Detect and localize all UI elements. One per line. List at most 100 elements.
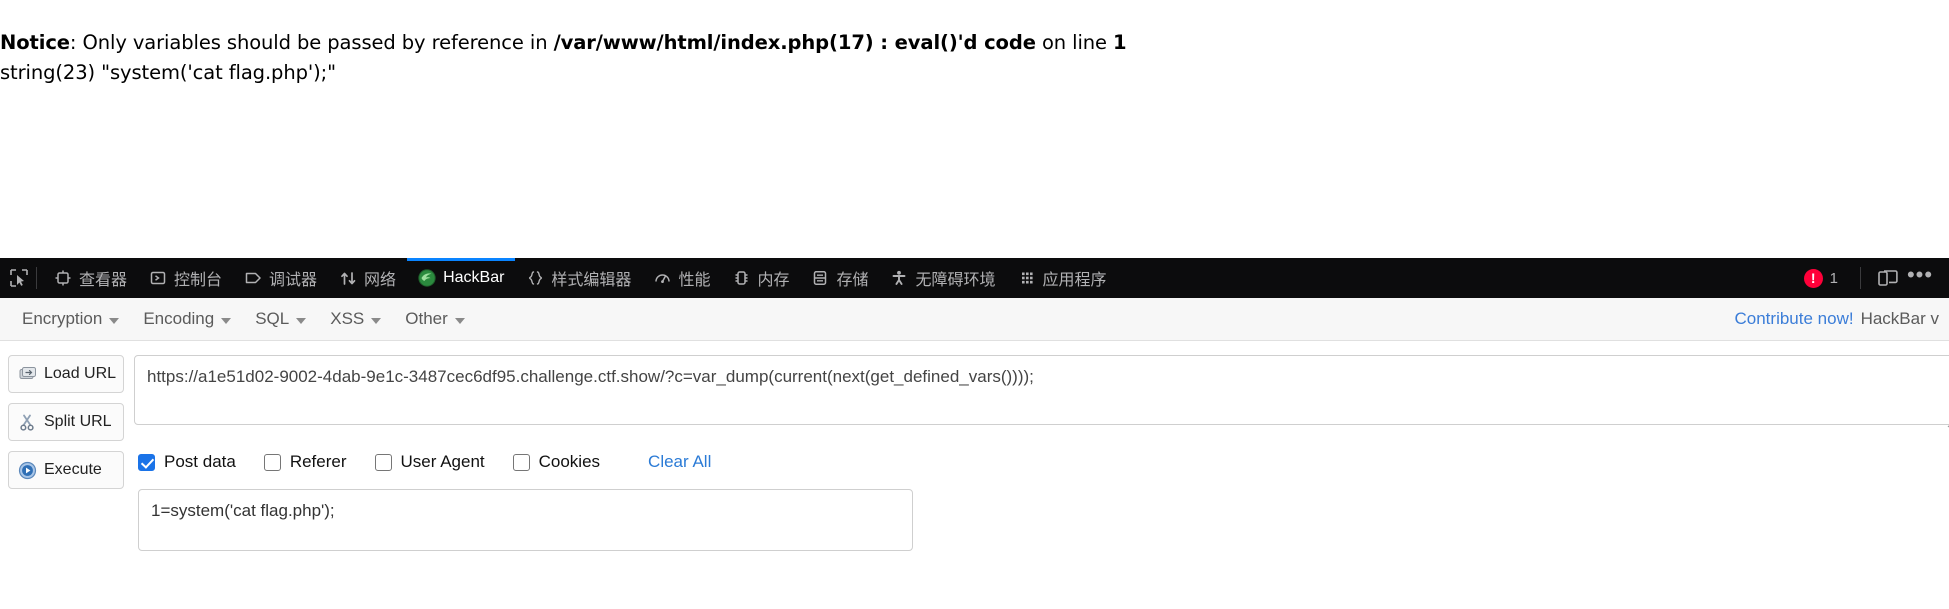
tab-label: 控制台 — [174, 272, 223, 289]
tab-label: 性能 — [678, 272, 711, 289]
memory-icon — [732, 269, 750, 287]
tab-label: 调试器 — [269, 272, 318, 289]
checkbox-user-agent[interactable]: User Agent — [374, 452, 485, 472]
tab-label: 应用程序 — [1042, 272, 1107, 289]
hackbar-menubar: Encryption Encoding SQL XSS Other Contri… — [0, 298, 1949, 341]
storage-icon — [811, 269, 829, 287]
hackbar-action-buttons: Load URL Split URL Execute — [0, 355, 124, 609]
tab-label: 查看器 — [79, 272, 128, 289]
tab-performance[interactable]: 性能 — [642, 258, 721, 298]
menu-label: Other — [405, 309, 448, 328]
error-count-label: 1 — [1829, 269, 1838, 287]
chevron-down-icon — [371, 317, 382, 324]
tab-application[interactable]: 应用程序 — [1007, 258, 1118, 298]
checkbox-label: Cookies — [538, 452, 601, 471]
tab-label: 存储 — [836, 272, 869, 289]
menu-label: Encoding — [143, 309, 215, 328]
devtools-toolbar-right: ! 1 ••• — [1794, 258, 1949, 298]
tab-label: 网络 — [364, 272, 397, 289]
tab-style-editor[interactable]: 样式编辑器 — [515, 258, 642, 298]
split-url-button[interactable]: Split URL — [8, 403, 124, 441]
checkbox-box[interactable] — [512, 453, 530, 471]
button-label: Load URL — [44, 365, 117, 382]
hackbar-icon — [418, 269, 436, 287]
error-count-badge[interactable]: ! 1 — [1794, 268, 1848, 288]
notice-line-number: 1 — [1113, 31, 1127, 54]
tab-storage[interactable]: 存储 — [800, 258, 879, 298]
tab-inspector[interactable]: 查看器 — [43, 258, 138, 298]
tab-label: 内存 — [757, 272, 790, 289]
tab-memory[interactable]: 内存 — [721, 258, 800, 298]
notice-online-text: on line — [1035, 31, 1114, 54]
checkbox-box[interactable] — [138, 453, 155, 471]
element-picker-icon — [10, 269, 28, 287]
more-options-button[interactable]: ••• — [1903, 262, 1937, 292]
hackbar-main-content: Post data Referer User Agent Cookies Cle… — [124, 355, 1949, 609]
menu-xss[interactable]: XSS — [318, 304, 393, 334]
url-field-wrapper — [134, 355, 1949, 430]
performance-icon — [653, 269, 671, 287]
button-label: Split URL — [44, 413, 112, 430]
notice-keyword: Notice — [0, 31, 70, 54]
php-vardump-line: string(23) "system('cat flag.php');" — [0, 61, 336, 84]
checkbox-label: User Agent — [400, 452, 485, 471]
toolbar-divider — [36, 267, 37, 289]
menu-label: Encryption — [22, 309, 103, 328]
tab-console[interactable]: 控制台 — [138, 258, 233, 298]
checkbox-label: Referer — [289, 452, 347, 471]
contribute-link[interactable]: Contribute now! — [1735, 309, 1854, 329]
execute-icon — [17, 460, 37, 480]
checkbox-cookies[interactable]: Cookies — [512, 452, 601, 472]
menu-encryption[interactable]: Encryption — [10, 304, 131, 334]
post-data-input[interactable] — [138, 489, 913, 551]
notice-message: : Only variables should be passed by ref… — [69, 31, 554, 54]
menu-label: SQL — [255, 309, 290, 328]
responsive-design-mode-icon — [1878, 270, 1898, 286]
error-icon: ! — [1803, 268, 1823, 288]
tab-hackbar[interactable]: HackBar — [407, 258, 516, 298]
browser-window: Notice: Only variables should be passed … — [0, 0, 1949, 609]
load-url-icon — [17, 364, 37, 384]
checkbox-referer[interactable]: Referer — [263, 452, 347, 472]
tab-debugger[interactable]: 调试器 — [233, 258, 328, 298]
load-url-button[interactable]: Load URL — [8, 355, 124, 393]
toolbar-divider-right — [1860, 267, 1861, 289]
application-icon — [1018, 269, 1036, 287]
hackbar-menubar-right: Contribute now! HackBar v — [1735, 309, 1940, 329]
tab-label: 无障碍环境 — [915, 272, 996, 289]
php-output-area: Notice: Only variables should be passed … — [0, 0, 1949, 86]
url-input[interactable] — [134, 355, 1949, 425]
request-options-row: Post data Referer User Agent Cookies Cle… — [134, 452, 1949, 472]
devtools-tabs: 查看器 控制台 调试器 网络 HackBar 样式编辑器 性能 内存 存储 无障… — [0, 258, 1118, 298]
element-picker-button[interactable] — [0, 258, 34, 298]
checkbox-post-data[interactable]: Post data — [138, 452, 236, 472]
clear-all-link[interactable]: Clear All — [648, 452, 711, 472]
console-icon — [149, 269, 167, 287]
chevron-down-icon — [454, 317, 465, 324]
tab-label: HackBar — [443, 269, 505, 286]
split-url-icon — [17, 412, 37, 432]
execute-button[interactable]: Execute — [8, 451, 124, 489]
hackbar-panel: Load URL Split URL Execute https://a1e51… — [0, 341, 1949, 609]
menu-other[interactable]: Other — [393, 304, 477, 334]
responsive-design-mode-button[interactable] — [1873, 264, 1903, 292]
hackbar-version-label: HackBar v — [1860, 309, 1939, 328]
menu-sql[interactable]: SQL — [243, 304, 318, 334]
tab-network[interactable]: 网络 — [328, 258, 407, 298]
checkbox-label: Post data — [164, 452, 236, 471]
inspector-icon — [54, 269, 72, 287]
notice-file-path: /var/www/html/index.php(17) : eval()'d c… — [553, 31, 1036, 54]
tab-accessibility[interactable]: 无障碍环境 — [879, 258, 1006, 298]
style-editor-icon — [526, 269, 544, 287]
checkbox-box[interactable] — [374, 453, 392, 471]
chevron-down-icon — [296, 317, 307, 324]
checkbox-box[interactable] — [263, 453, 281, 471]
devtools-toolbar: 查看器 控制台 调试器 网络 HackBar 样式编辑器 性能 内存 存储 无障… — [0, 258, 1949, 298]
button-label: Execute — [44, 461, 102, 478]
menu-label: XSS — [330, 309, 365, 328]
menu-encoding[interactable]: Encoding — [131, 304, 243, 334]
php-notice-line: Notice: Only variables should be passed … — [0, 30, 1949, 56]
tab-label: 样式编辑器 — [551, 272, 632, 289]
chevron-down-icon — [221, 317, 232, 324]
